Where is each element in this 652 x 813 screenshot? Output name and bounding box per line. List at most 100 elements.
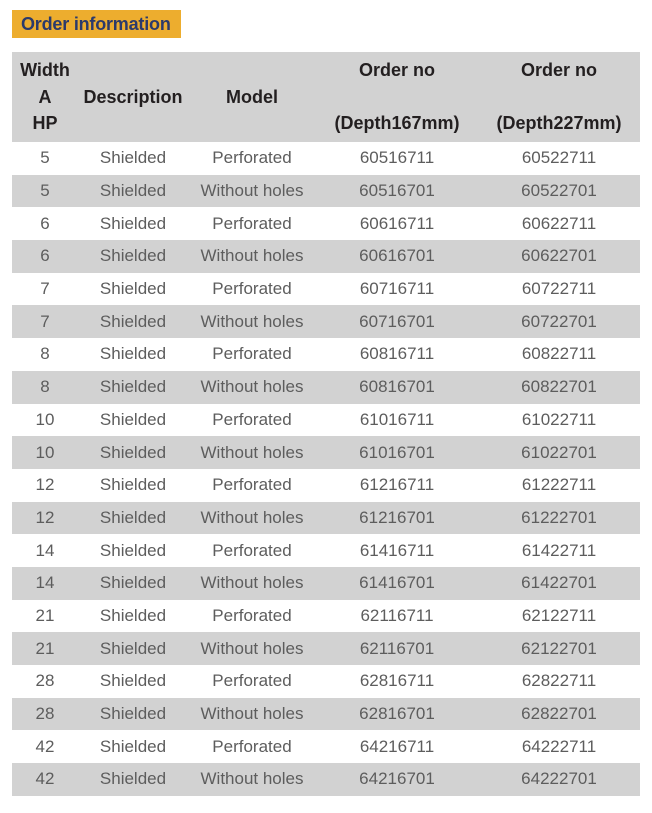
table-row: 8 Shielded Perforated 60816711 60822711 (12, 338, 640, 371)
cell-desc: Shielded (78, 272, 188, 306)
cell-order2: 62122701 (478, 632, 640, 665)
cell-desc: Shielded (78, 599, 188, 633)
cell-order2: 61422701 (478, 566, 640, 600)
cell-model: Without holes (188, 305, 316, 339)
table-header: Width A HP Description Model Order no (D… (12, 52, 640, 142)
column-header-order-no-depth167-line1: Order no (358, 60, 435, 81)
cell-order1: 60716701 (316, 305, 478, 339)
cell-order2: 62122711 (478, 599, 640, 633)
column-header-order-no-depth167: Order no (Depth167mm) (316, 52, 478, 142)
column-header-order-no-depth227-line1: Order no (520, 60, 597, 81)
cell-order1: 61016701 (316, 436, 478, 469)
table-row: 7 Shielded Perforated 60716711 60722711 (12, 272, 640, 306)
cell-desc: Shielded (78, 142, 188, 175)
table-row: 7 Shielded Without holes 60716701 60722701 (12, 305, 640, 339)
cell-desc: Shielded (78, 665, 188, 698)
table-row: 5 Shielded Without holes 60516701 60522701 (12, 174, 640, 208)
cell-width: 14 (12, 534, 78, 567)
cell-order1: 62816701 (316, 697, 478, 731)
cell-model: Perforated (188, 142, 316, 175)
table-row: 10 Shielded Perforated 61016711 61022711 (12, 403, 640, 437)
cell-width: 6 (12, 240, 78, 273)
cell-order1: 60816701 (316, 370, 478, 404)
cell-order1: 64216701 (316, 763, 478, 796)
cell-order1: 61216711 (316, 468, 478, 502)
cell-model: Without holes (188, 632, 316, 665)
cell-desc: Shielded (78, 436, 188, 469)
order-information-banner: Order information (12, 10, 181, 38)
table-row: 6 Shielded Without holes 60616701 60622701 (12, 240, 640, 273)
cell-order1: 62116701 (316, 632, 478, 665)
cell-order2: 60722701 (478, 305, 640, 339)
cell-order2: 62822711 (478, 665, 640, 698)
cell-model: Without holes (188, 763, 316, 796)
column-header-model-label: Model (226, 86, 278, 107)
cell-desc: Shielded (78, 370, 188, 404)
cell-desc: Shielded (78, 240, 188, 273)
cell-desc: Shielded (78, 697, 188, 731)
cell-desc: Shielded (78, 468, 188, 502)
table-row: 42 Shielded Without holes 64216701 64222701 (12, 763, 640, 796)
cell-order2: 64222701 (478, 763, 640, 796)
cell-order1: 64216711 (316, 730, 478, 764)
cell-order2: 61022701 (478, 436, 640, 469)
cell-width: 14 (12, 566, 78, 600)
order-information-table: Width A HP Description Model Order no (D… (12, 52, 640, 796)
cell-order2: 60522711 (478, 142, 640, 175)
cell-order2: 60822701 (478, 370, 640, 404)
cell-order2: 64222711 (478, 730, 640, 764)
cell-width: 8 (12, 338, 78, 371)
cell-model: Without holes (188, 697, 316, 731)
cell-order1: 62116711 (316, 599, 478, 633)
cell-order1: 61416701 (316, 566, 478, 600)
cell-order1: 60616701 (316, 240, 478, 273)
cell-order2: 60522701 (478, 174, 640, 208)
cell-width: 42 (12, 730, 78, 764)
cell-desc: Shielded (78, 534, 188, 567)
cell-model: Perforated (188, 665, 316, 698)
table-row: 5 Shielded Perforated 60516711 60522711 (12, 142, 640, 175)
table-row: 6 Shielded Perforated 60616711 60622711 (12, 207, 640, 241)
cell-order2: 62822701 (478, 697, 640, 731)
table-row: 28 Shielded Perforated 62816711 62822711 (12, 665, 640, 698)
cell-width: 42 (12, 763, 78, 796)
cell-order2: 61222711 (478, 468, 640, 502)
cell-model: Perforated (188, 534, 316, 567)
cell-order2: 61022711 (478, 403, 640, 437)
cell-desc: Shielded (78, 403, 188, 437)
cell-model: Without holes (188, 501, 316, 535)
order-information-page: Order information Width A HP Description… (0, 0, 652, 813)
cell-order2: 60822711 (478, 338, 640, 371)
cell-order1: 61216701 (316, 501, 478, 535)
cell-width: 28 (12, 697, 78, 731)
column-header-width-line3: HP (32, 113, 58, 134)
cell-order1: 60516701 (316, 174, 478, 208)
cell-order1: 61016711 (316, 403, 478, 437)
cell-width: 28 (12, 665, 78, 698)
column-header-description: Description (78, 52, 188, 142)
cell-order1: 60516711 (316, 142, 478, 175)
cell-width: 5 (12, 174, 78, 208)
table-row: 10 Shielded Without holes 61016701 61022701 (12, 436, 640, 469)
column-header-order-no-depth167-line3: (Depth167mm) (334, 113, 460, 134)
cell-model: Perforated (188, 207, 316, 241)
column-header-description-label: Description (83, 86, 183, 107)
cell-width: 21 (12, 632, 78, 665)
table-row: 28 Shielded Without holes 62816701 62822701 (12, 697, 640, 731)
cell-model: Perforated (188, 338, 316, 371)
cell-order2: 61222701 (478, 501, 640, 535)
cell-desc: Shielded (78, 763, 188, 796)
cell-width: 6 (12, 207, 78, 241)
column-header-order-no-depth227-line3: (Depth227mm) (496, 113, 622, 134)
cell-desc: Shielded (78, 207, 188, 241)
cell-width: 5 (12, 142, 78, 175)
cell-desc: Shielded (78, 730, 188, 764)
cell-model: Without holes (188, 240, 316, 273)
cell-width: 8 (12, 370, 78, 404)
page-title: Order information (21, 14, 171, 34)
cell-model: Perforated (188, 730, 316, 764)
cell-model: Perforated (188, 599, 316, 633)
cell-width: 12 (12, 501, 78, 535)
cell-desc: Shielded (78, 632, 188, 665)
cell-model: Without holes (188, 370, 316, 404)
